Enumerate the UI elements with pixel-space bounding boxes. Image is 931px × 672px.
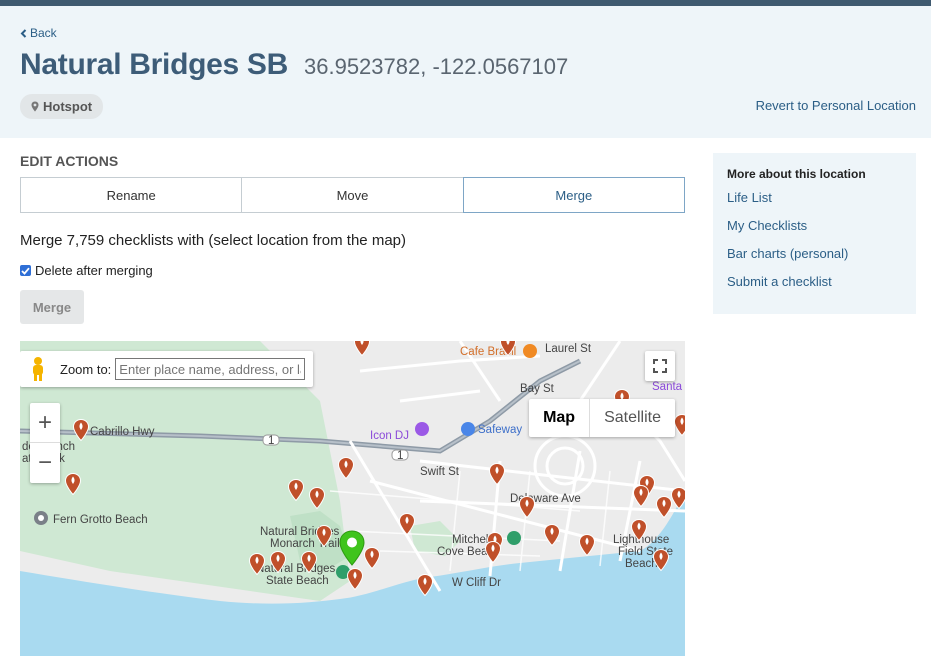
zoom-to-control: Zoom to: <box>20 351 314 387</box>
hotspot-pin-icon[interactable] <box>519 496 535 518</box>
hotspot-pin-icon[interactable] <box>65 473 81 495</box>
hotspot-pin-icon[interactable] <box>249 553 265 575</box>
sidebar-panel: More about this location Life List My Ch… <box>713 153 916 314</box>
location-pin-icon <box>31 101 39 112</box>
hotspot-badge-label: Hotspot <box>43 99 93 114</box>
pegman-icon[interactable] <box>28 356 48 382</box>
delete-after-merging-label: Delete after merging <box>35 263 153 278</box>
sidebar-link-bar-charts[interactable]: Bar charts (personal) <box>727 246 902 274</box>
hotspot-pin-icon[interactable] <box>500 341 516 356</box>
map-label-fern: Fern Grotto Beach <box>53 514 148 526</box>
delete-after-merging-checkbox[interactable] <box>20 265 31 276</box>
hotspot-pin-icon[interactable] <box>656 496 672 518</box>
hotspot-pin-icon[interactable] <box>288 479 304 501</box>
hotspot-pin-icon[interactable] <box>631 519 647 541</box>
hotspot-pin-icon[interactable] <box>489 463 505 485</box>
map-label-santa: Santa <box>652 381 683 393</box>
hotspot-pin-icon[interactable] <box>270 551 286 573</box>
zoom-to-input[interactable] <box>115 358 306 380</box>
tab-merge[interactable]: Merge <box>462 177 685 213</box>
back-label: Back <box>30 26 57 40</box>
map-label-hwy1-b: 1 <box>397 450 404 462</box>
hotspot-pin-icon[interactable] <box>354 341 370 356</box>
zoom-controls: + − <box>30 403 60 483</box>
hotspot-pin-icon[interactable] <box>544 524 560 546</box>
map-label-swift: Swift St <box>420 466 459 478</box>
zoom-in-button[interactable]: + <box>30 403 60 443</box>
location-coords: 36.9523782, -122.0567107 <box>304 54 569 79</box>
map-label-safeway: Safeway <box>478 424 523 436</box>
hotspot-pin-icon[interactable] <box>316 525 332 547</box>
sidebar-link-life-list[interactable]: Life List <box>727 190 902 218</box>
hotspot-pin-icon[interactable] <box>653 549 669 571</box>
hotspot-pin-icon[interactable] <box>417 574 433 596</box>
tab-move[interactable]: Move <box>242 178 464 212</box>
hotspot-pin-icon[interactable] <box>338 457 354 479</box>
hotspot-badge: Hotspot <box>20 94 104 119</box>
edit-tabs: Rename Move Merge <box>20 177 685 213</box>
page-title: Natural Bridges SB <box>20 48 288 81</box>
merge-button[interactable]: Merge <box>20 290 84 324</box>
hotspot-pin-icon[interactable] <box>485 541 501 563</box>
sidebar-title: More about this location <box>727 167 866 181</box>
delete-after-merging-row: Delete after merging <box>20 263 153 278</box>
map-label-state-beach-2: State Beach <box>266 575 329 587</box>
map-base <box>20 341 685 656</box>
back-link[interactable]: Back <box>20 26 57 40</box>
hotspot-pin-icon[interactable] <box>399 513 415 535</box>
sidebar-link-submit-checklist[interactable]: Submit a checklist <box>727 274 902 302</box>
map-label-icondj: Icon DJ <box>370 430 409 442</box>
map-type-control: Map Satellite <box>529 399 675 437</box>
map-label-cabrillo: Cabrillo Hwy <box>90 426 155 438</box>
chevron-left-icon <box>20 29 27 38</box>
tab-rename[interactable]: Rename <box>21 178 243 212</box>
map-type-map[interactable]: Map <box>529 399 591 437</box>
map-label-wcliff: W Cliff Dr <box>452 577 501 589</box>
fullscreen-icon <box>653 359 667 373</box>
hotspot-pin-icon[interactable] <box>309 487 325 509</box>
map-label-state-beach-1: Natural Bridges <box>256 563 336 575</box>
hotspot-pin-icon[interactable] <box>301 551 317 573</box>
merge-description: Merge 7,759 checklists with (select loca… <box>20 232 406 249</box>
hotspot-pin-icon[interactable] <box>347 568 363 590</box>
hotspot-pin-icon[interactable] <box>73 419 89 441</box>
edit-actions-title: EDIT ACTIONS <box>20 153 119 169</box>
map-label-bay: Bay St <box>520 383 554 395</box>
fullscreen-button[interactable] <box>645 351 675 381</box>
hotspot-pin-icon[interactable] <box>633 485 649 507</box>
hotspot-pin-icon[interactable] <box>671 487 685 509</box>
hotspot-pin-icon[interactable] <box>579 534 595 556</box>
hotspot-pin-icon[interactable] <box>364 547 380 569</box>
hotspot-pin-icon[interactable] <box>674 414 685 436</box>
location-header: Back Natural Bridges SB 36.9523782, -122… <box>0 6 931 138</box>
revert-link[interactable]: Revert to Personal Location <box>756 98 916 113</box>
zoom-to-label: Zoom to: <box>60 361 112 377</box>
zoom-out-button[interactable]: − <box>30 443 60 483</box>
selected-location-pin[interactable] <box>339 530 365 566</box>
map-type-satellite[interactable]: Satellite <box>590 399 675 437</box>
map-label-hwy1-a: 1 <box>268 435 275 447</box>
map-label-laurel: Laurel St <box>545 343 592 355</box>
title-row: Natural Bridges SB 36.9523782, -122.0567… <box>20 48 568 82</box>
sidebar-link-my-checklists[interactable]: My Checklists <box>727 218 902 246</box>
checkmark-icon <box>21 267 30 275</box>
map-view[interactable]: Cafe Brasil Laurel St Bay St Santa Cabri… <box>20 341 685 656</box>
